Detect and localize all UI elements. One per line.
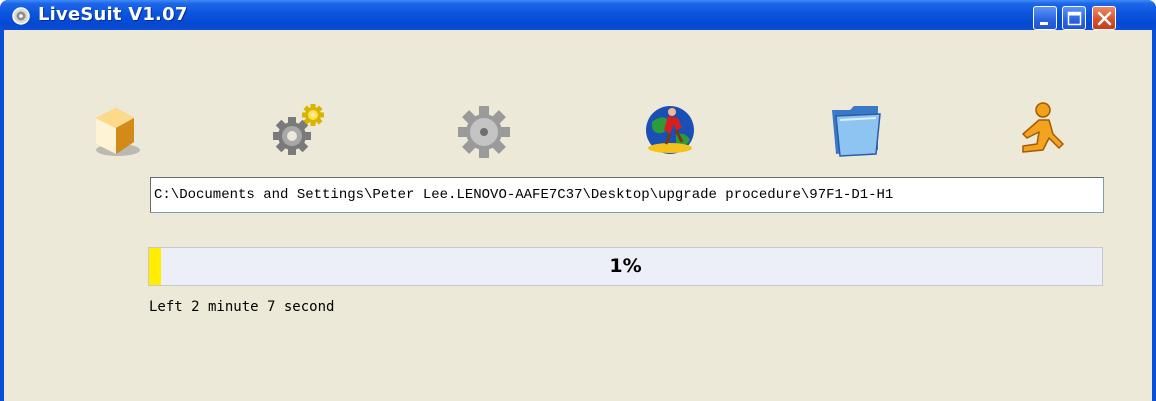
client-area: C:\Documents and Settings\Peter Lee.LENO…	[4, 30, 1152, 401]
settings-gears-icon[interactable]	[266, 98, 330, 162]
maximize-button[interactable]	[1062, 6, 1086, 30]
app-window: LiveSuit V1.07 C:\Documents and Settings…	[0, 0, 1156, 401]
maximize-icon	[1067, 11, 1082, 26]
close-button[interactable]	[1092, 6, 1116, 30]
gear-icon[interactable]	[452, 100, 516, 164]
title-bar[interactable]: LiveSuit V1.07	[0, 0, 1156, 30]
folder-icon[interactable]	[826, 96, 890, 160]
close-icon	[1097, 11, 1112, 26]
app-icon	[12, 7, 30, 25]
window-title: LiveSuit V1.07	[38, 4, 188, 25]
time-remaining-text: Left 2 minute 7 second	[149, 299, 335, 315]
progress-percent-label: 1%	[609, 255, 642, 277]
minimize-icon	[1040, 22, 1048, 25]
firmware-path-field[interactable]: C:\Documents and Settings\Peter Lee.LENO…	[150, 177, 1104, 213]
upgrade-progress-bar: 1%	[148, 247, 1103, 286]
running-man-icon[interactable]	[1009, 98, 1073, 162]
package-box-icon[interactable]	[82, 98, 146, 162]
minimize-button[interactable]	[1033, 6, 1057, 30]
globe-person-icon[interactable]	[638, 98, 702, 162]
